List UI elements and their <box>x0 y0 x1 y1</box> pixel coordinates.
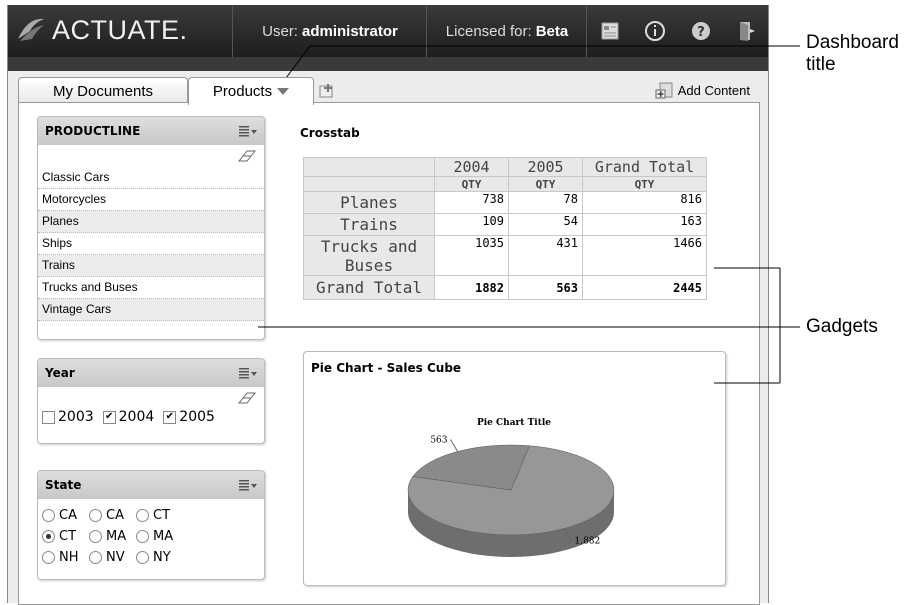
dashboard-title: Products <box>212 83 273 100</box>
callout-lines <box>258 45 800 384</box>
dashboard-title-callout: Dashboard title <box>806 32 899 75</box>
tab-products[interactable]: Products <box>188 77 314 105</box>
gadgets-callout: Gadgets <box>806 316 878 337</box>
chevron-down-icon[interactable] <box>277 88 290 95</box>
